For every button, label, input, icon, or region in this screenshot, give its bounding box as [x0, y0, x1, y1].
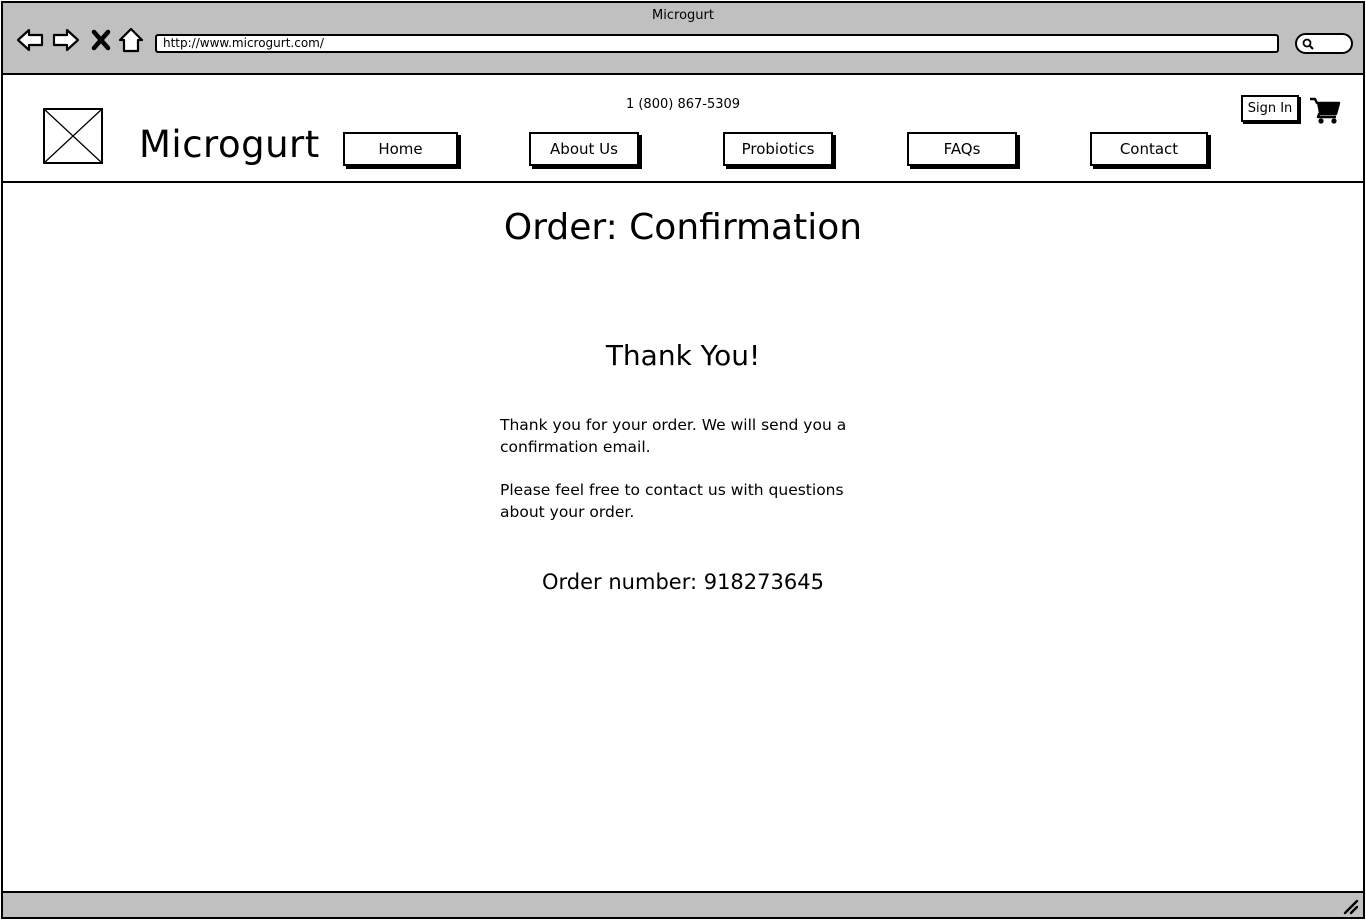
- window-title: Microgurt: [652, 8, 714, 23]
- thank-you-heading: Thank You!: [605, 339, 761, 372]
- nav-contact-button[interactable]: Contact: [1090, 132, 1208, 166]
- phone-number: 1 (800) 867-5309: [625, 97, 741, 112]
- search-icon: [1302, 38, 1314, 50]
- forward-arrow-icon[interactable]: [51, 25, 81, 55]
- nav-faqs-button[interactable]: FAQs: [907, 132, 1017, 166]
- nav-home-button[interactable]: Home: [343, 132, 458, 166]
- sign-in-button[interactable]: Sign In: [1241, 95, 1299, 122]
- browser-status-bar: [3, 891, 1363, 917]
- nav-about-us-button[interactable]: About Us: [529, 132, 639, 166]
- browser-window: Microgurt http://www.microgurt.com/ Micr…: [1, 1, 1365, 919]
- home-icon[interactable]: [117, 25, 145, 55]
- browser-search-field[interactable]: [1295, 33, 1353, 54]
- brand-name[interactable]: Microgurt: [139, 123, 320, 166]
- back-arrow-icon[interactable]: [15, 25, 45, 55]
- site-header: Microgurt 1 (800) 867-5309 Home About Us…: [3, 75, 1363, 183]
- contact-message: Please feel free to contact us with ques…: [500, 481, 844, 521]
- browser-chrome: Microgurt http://www.microgurt.com/: [3, 3, 1363, 75]
- main-content: Order: Confirmation Thank You! Thank you…: [3, 185, 1363, 891]
- page-title: Order: Confirmation: [503, 207, 863, 248]
- logo-image-placeholder-icon[interactable]: [43, 108, 103, 164]
- nav-probiotics-button[interactable]: Probiotics: [723, 132, 833, 166]
- order-number: Order number: 918273645: [542, 570, 824, 594]
- url-input[interactable]: http://www.microgurt.com/: [155, 34, 1279, 53]
- confirmation-message: Thank you for your order. We will send y…: [500, 416, 847, 456]
- close-x-icon[interactable]: [89, 25, 113, 55]
- shopping-cart-icon[interactable]: [1309, 95, 1341, 125]
- resize-handle-icon[interactable]: [1341, 897, 1359, 915]
